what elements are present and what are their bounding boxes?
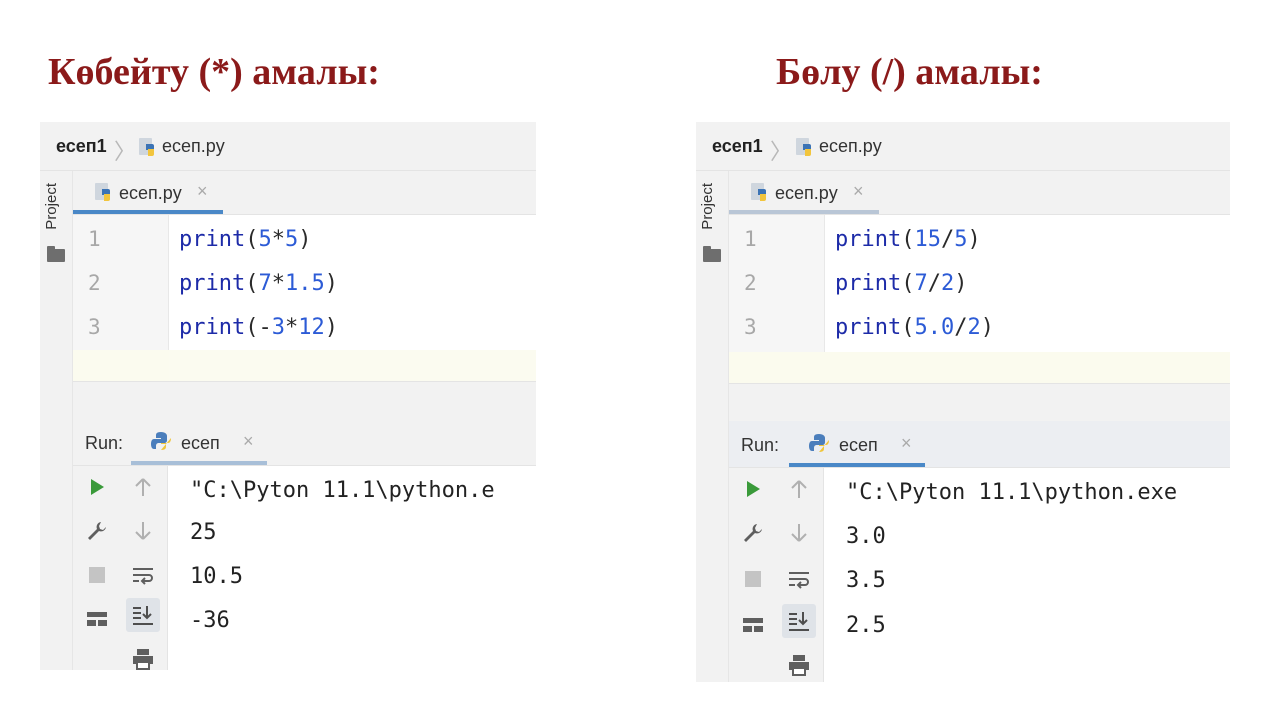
project-tool-label[interactable]: Project bbox=[43, 183, 69, 230]
code-line[interactable]: print(15/5) bbox=[835, 227, 981, 252]
layout-icon[interactable] bbox=[82, 604, 112, 634]
arrow-up-icon[interactable] bbox=[128, 472, 158, 502]
close-icon[interactable]: × bbox=[853, 181, 864, 202]
breadcrumb-file[interactable]: есеп.py bbox=[819, 136, 882, 157]
active-run-tab-indicator bbox=[131, 461, 267, 465]
active-tab-indicator bbox=[729, 210, 879, 214]
python-file-icon bbox=[751, 183, 766, 201]
breadcrumb-project[interactable]: есеп1 bbox=[56, 136, 107, 157]
folder-icon[interactable] bbox=[47, 246, 65, 262]
wrench-icon[interactable] bbox=[82, 516, 112, 546]
run-output: "C:\Pyton 11.1\python.exe 3.0 3.5 2.5 bbox=[824, 468, 1230, 682]
run-tools bbox=[73, 466, 168, 670]
run-label: Run: bbox=[741, 435, 780, 455]
play-icon[interactable] bbox=[82, 472, 112, 502]
breadcrumb-chevron-icon: 〉 bbox=[114, 139, 137, 164]
tab-label: есеп.py bbox=[775, 183, 838, 203]
run-output: "C:\Pyton 11.1\python.e 25 10.5 -36 bbox=[168, 466, 536, 670]
arrow-down-icon[interactable] bbox=[784, 518, 814, 548]
close-icon[interactable]: × bbox=[243, 431, 254, 452]
run-toolbar: Run: есеп × bbox=[73, 419, 536, 466]
print-icon[interactable] bbox=[128, 644, 158, 670]
output-line: 3.0 bbox=[846, 524, 886, 549]
breadcrumb-file[interactable]: есеп.py bbox=[162, 136, 225, 157]
run-tools bbox=[729, 468, 824, 682]
arrow-up-icon[interactable] bbox=[784, 474, 814, 504]
run-tab-esep[interactable]: есеп × bbox=[131, 419, 267, 465]
line-number: 3 bbox=[88, 315, 101, 339]
code-line[interactable]: print(7/2) bbox=[835, 271, 967, 296]
breadcrumb-project[interactable]: есеп1 bbox=[712, 136, 763, 157]
run-label: Run: bbox=[85, 433, 124, 453]
line-number: 2 bbox=[744, 271, 757, 295]
output-line: -36 bbox=[190, 608, 230, 633]
run-toolbar: Run: есеп × bbox=[729, 421, 1230, 468]
print-icon[interactable] bbox=[784, 650, 814, 680]
layout-icon[interactable] bbox=[738, 610, 768, 640]
editor-tabbar: есеп.py × bbox=[73, 171, 536, 215]
scroll-to-end-icon[interactable] bbox=[128, 600, 158, 630]
code-line[interactable]: print(-3*12) bbox=[179, 315, 338, 340]
editor-tabbar: есеп.py × bbox=[729, 171, 1230, 215]
python-icon bbox=[809, 434, 829, 452]
close-icon[interactable]: × bbox=[197, 181, 208, 202]
code-line[interactable]: print(5*5) bbox=[179, 227, 311, 252]
run-tab-label: есеп bbox=[181, 433, 220, 453]
code-line[interactable]: print(7*1.5) bbox=[179, 271, 338, 296]
arrow-down-icon[interactable] bbox=[128, 516, 158, 546]
output-line: 25 bbox=[190, 520, 217, 545]
python-file-icon bbox=[139, 138, 154, 156]
python-file-icon bbox=[95, 183, 110, 201]
breadcrumb-chevron-icon: 〉 bbox=[770, 139, 793, 164]
tab-esep-py[interactable]: есеп.py × bbox=[729, 171, 879, 214]
output-line: 3.5 bbox=[846, 568, 886, 593]
run-tab-esep[interactable]: есеп × bbox=[789, 421, 925, 467]
line-number: 3 bbox=[744, 315, 757, 339]
output-line: 10.5 bbox=[190, 564, 243, 589]
panel-divider[interactable] bbox=[729, 383, 1230, 422]
project-sidebar: Project bbox=[40, 171, 73, 670]
panel-divider[interactable] bbox=[73, 381, 536, 420]
multiplication-heading: Көбейту (*) амалы: bbox=[48, 51, 380, 93]
right-ide-screenshot: есеп1 〉 есеп.py Project есеп.py × 1 2 3 … bbox=[696, 122, 1230, 682]
stop-icon[interactable] bbox=[738, 564, 768, 594]
tab-label: есеп.py bbox=[119, 183, 182, 203]
division-heading: Бөлу (/) амалы: bbox=[776, 51, 1043, 93]
project-sidebar: Project bbox=[696, 171, 729, 682]
python-icon bbox=[151, 432, 171, 450]
wrench-icon[interactable] bbox=[738, 518, 768, 548]
current-line-highlight bbox=[729, 352, 1230, 383]
current-line-highlight bbox=[73, 350, 536, 381]
close-icon[interactable]: × bbox=[901, 433, 912, 454]
project-tool-label[interactable]: Project bbox=[699, 183, 725, 230]
output-line: "C:\Pyton 11.1\python.e bbox=[190, 478, 495, 503]
active-tab-indicator bbox=[73, 210, 223, 214]
line-number: 1 bbox=[88, 227, 101, 251]
soft-wrap-icon[interactable] bbox=[784, 564, 814, 594]
scroll-to-end-icon[interactable] bbox=[784, 606, 814, 636]
soft-wrap-icon[interactable] bbox=[128, 560, 158, 590]
active-run-tab-indicator bbox=[789, 463, 925, 467]
folder-icon[interactable] bbox=[703, 246, 721, 262]
python-file-icon bbox=[796, 138, 811, 156]
line-number: 2 bbox=[88, 271, 101, 295]
breadcrumb: есеп1 〉 есеп.py bbox=[40, 122, 536, 171]
output-line: "C:\Pyton 11.1\python.exe bbox=[846, 480, 1178, 505]
line-number: 1 bbox=[744, 227, 757, 251]
code-line[interactable]: print(5.0/2) bbox=[835, 315, 994, 340]
tab-esep-py[interactable]: есеп.py × bbox=[73, 171, 223, 214]
run-tab-label: есеп bbox=[839, 435, 878, 455]
stop-icon[interactable] bbox=[82, 560, 112, 590]
output-line: 2.5 bbox=[846, 613, 886, 638]
breadcrumb: есеп1 〉 есеп.py bbox=[696, 122, 1230, 171]
play-icon[interactable] bbox=[738, 474, 768, 504]
left-ide-screenshot: есеп1 〉 есеп.py Project есеп.py × 1 2 3 … bbox=[40, 122, 536, 670]
